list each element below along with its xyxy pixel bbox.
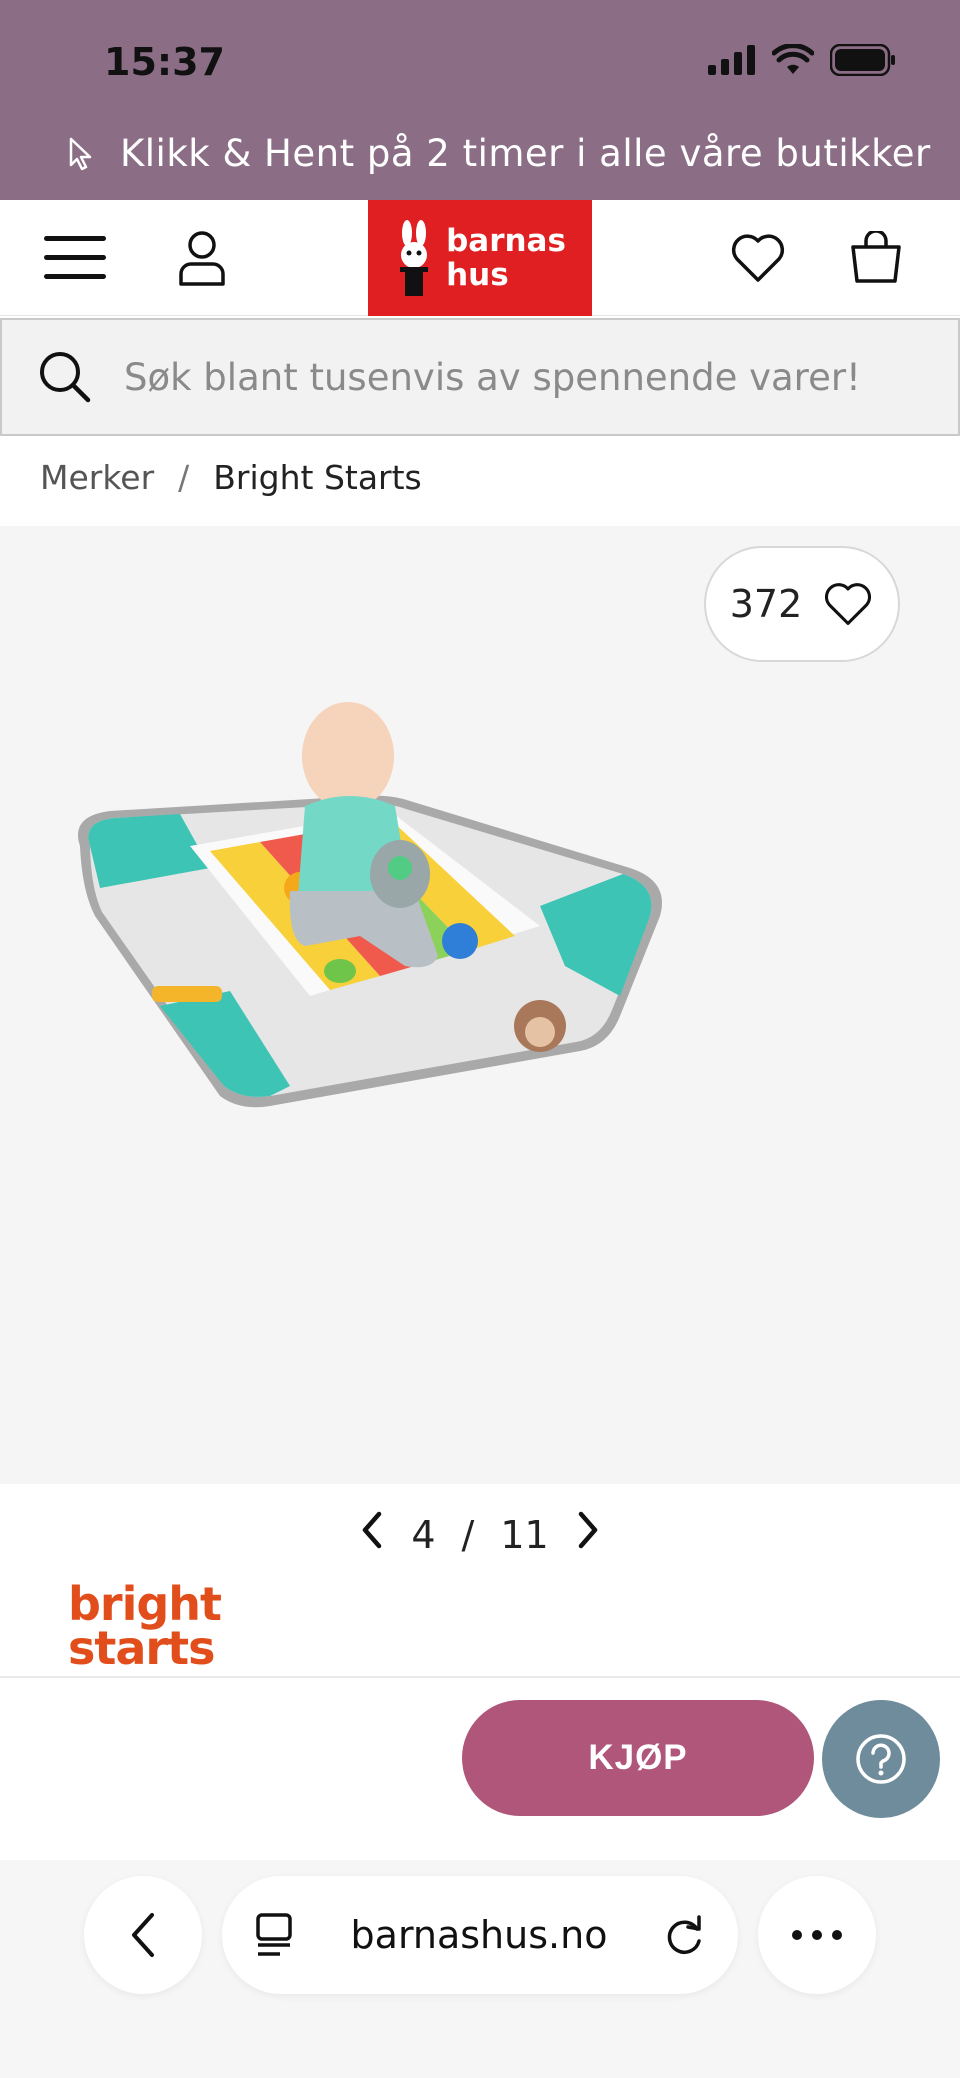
site-logo[interactable]: barnas hus xyxy=(368,200,592,316)
user-icon xyxy=(179,231,225,286)
more-icon xyxy=(792,1930,842,1940)
breadcrumb: Merker / Bright Starts xyxy=(40,458,422,497)
next-image-button[interactable] xyxy=(575,1510,601,1559)
pager-total: 11 xyxy=(500,1512,549,1557)
search-bar[interactable] xyxy=(0,318,960,436)
browser-url-text: barnashus.no xyxy=(350,1913,608,1957)
brand-line-2: starts xyxy=(68,1621,215,1675)
chevron-right-icon xyxy=(578,1511,597,1549)
section-divider xyxy=(0,1676,960,1678)
question-icon xyxy=(856,1734,906,1784)
promo-text: Klikk & Hent på 2 timer i alle våre buti… xyxy=(120,132,931,175)
help-button[interactable] xyxy=(822,1700,940,1818)
browser-back-button[interactable] xyxy=(84,1876,202,1994)
product-image xyxy=(78,702,662,1108)
logo-line-1: barnas xyxy=(446,223,566,259)
heart-icon xyxy=(731,234,785,282)
bag-icon xyxy=(851,231,901,283)
breadcrumb-parent[interactable]: Merker xyxy=(40,458,154,497)
promo-banner[interactable]: Klikk & Hent på 2 timer i alle våre buti… xyxy=(68,132,931,175)
product-gallery[interactable]: 372 xyxy=(0,526,960,1484)
breadcrumb-separator: / xyxy=(178,458,190,497)
chevron-left-icon xyxy=(132,1913,154,1957)
brand-line-1: bright xyxy=(68,1577,222,1631)
browser-toolbar: barnashus.no xyxy=(0,1860,960,2078)
product-page: 15:37 Klikk & Hent på 2 timer i alle vår… xyxy=(0,0,960,2078)
chevron-left-icon xyxy=(363,1511,382,1549)
status-icons xyxy=(708,44,896,76)
browser-url-bar[interactable]: barnashus.no xyxy=(222,1876,738,1994)
search-icon xyxy=(40,352,91,403)
logo-text: barnas hus xyxy=(446,224,566,292)
search-input[interactable] xyxy=(124,355,924,399)
hamburger-icon xyxy=(44,236,106,279)
browser-more-button[interactable] xyxy=(758,1876,876,1994)
reload-icon xyxy=(667,1915,701,1954)
status-time: 15:37 xyxy=(104,40,225,84)
wifi-icon xyxy=(772,44,814,74)
gallery-pager: 4 / 11 xyxy=(0,1510,960,1559)
cart-button[interactable] xyxy=(836,218,916,298)
logo-line-2: hus xyxy=(446,257,509,293)
bunny-hat-icon xyxy=(400,220,429,296)
reader-icon xyxy=(256,1913,292,1956)
wishlist-button[interactable] xyxy=(718,218,798,298)
menu-button[interactable] xyxy=(36,218,116,298)
battery-icon xyxy=(830,44,895,76)
brand-logo[interactable]: bright starts xyxy=(68,1577,222,1675)
cursor-icon xyxy=(69,137,92,170)
signal-icon xyxy=(708,45,755,75)
pager-current: 4 xyxy=(411,1512,436,1557)
prev-image-button[interactable] xyxy=(359,1510,385,1559)
buy-button[interactable]: KJØP xyxy=(462,1700,814,1816)
status-promo-band: 15:37 Klikk & Hent på 2 timer i alle vår… xyxy=(0,0,960,200)
site-header: barnas hus xyxy=(0,200,960,316)
breadcrumb-current[interactable]: Bright Starts xyxy=(213,458,421,497)
pager-separator: / xyxy=(461,1512,475,1557)
account-button[interactable] xyxy=(162,218,242,298)
